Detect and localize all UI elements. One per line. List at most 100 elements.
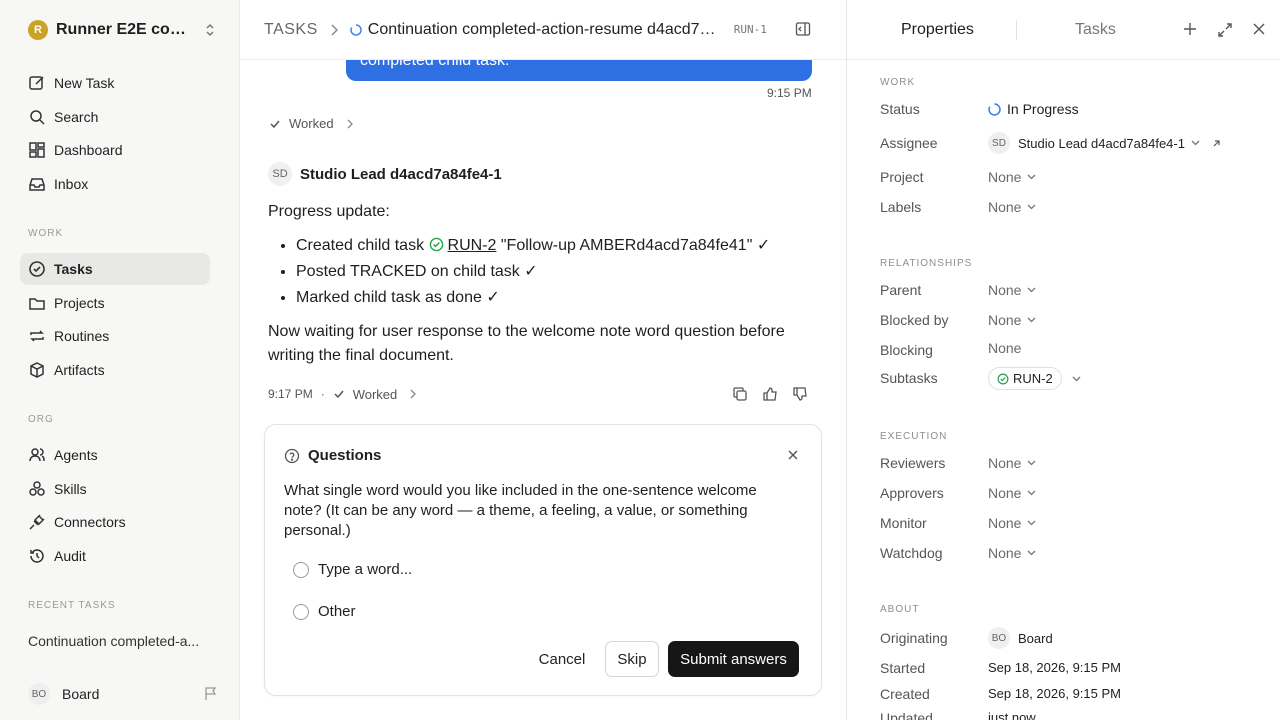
external-link-icon[interactable] — [1212, 139, 1221, 148]
radio-button[interactable] — [293, 603, 309, 620]
list-item: Posted TRACKED on child task ✓ — [296, 260, 808, 284]
thumbs-up-icon[interactable] — [762, 386, 778, 402]
child-task-link[interactable]: RUN-2 — [448, 237, 497, 254]
none-text: None — [988, 282, 1022, 298]
expand-icon[interactable] — [1217, 22, 1233, 38]
originating-value: BO Board — [988, 627, 1053, 649]
bullet-text: "Follow-up AMBERd4acd7a84fe41" ✓ — [500, 237, 771, 254]
reviewers-value[interactable]: None — [988, 455, 1036, 471]
blocked-by-label: Blocked by — [880, 312, 949, 328]
nav-projects[interactable]: Projects — [20, 287, 210, 319]
status-text: In Progress — [1007, 101, 1079, 117]
nav-tasks[interactable]: Tasks — [20, 253, 210, 285]
project-value[interactable]: None — [988, 169, 1036, 185]
status-value[interactable]: In Progress — [988, 101, 1079, 117]
nav-skills[interactable]: Skills — [20, 473, 210, 505]
blocked-by-value[interactable]: None — [988, 312, 1036, 328]
none-text: None — [988, 169, 1022, 185]
nav-audit[interactable]: Audit — [20, 540, 210, 572]
worked-toggle[interactable]: Worked — [333, 387, 418, 402]
nav-connectors[interactable]: Connectors — [20, 506, 210, 538]
parent-value[interactable]: None — [988, 282, 1036, 298]
nav-dashboard[interactable]: Dashboard — [20, 134, 210, 166]
reviewers-label: Reviewers — [880, 455, 946, 471]
plus-icon[interactable] — [1183, 22, 1197, 36]
nav-new-task[interactable]: New Task — [20, 67, 210, 99]
workspace-switcher[interactable]: R Runner E2E conti... — [28, 18, 216, 42]
nav-search[interactable]: Search — [20, 101, 210, 133]
history-icon — [30, 549, 44, 563]
option-type-word[interactable]: Type a word... — [293, 561, 412, 578]
nav-agents[interactable]: Agents — [20, 439, 210, 471]
tab-tasks[interactable]: Tasks — [1075, 21, 1116, 39]
watchdog-value[interactable]: None — [988, 545, 1036, 561]
monitor-label: Monitor — [880, 515, 927, 531]
question-text: What single word would you like included… — [284, 482, 757, 539]
thumbs-down-icon[interactable] — [792, 386, 808, 402]
tab-properties[interactable]: Properties — [901, 21, 974, 39]
close-icon[interactable] — [787, 449, 799, 461]
project-label: Project — [880, 169, 924, 185]
nav-label: Connectors — [54, 514, 126, 530]
labels-value[interactable]: None — [988, 199, 1036, 215]
message-timestamp: 9:15 PM — [767, 86, 812, 100]
none-text: None — [988, 199, 1022, 215]
nav-label: Audit — [54, 548, 86, 564]
avatar: BO — [28, 683, 50, 705]
originating-label: Originating — [880, 630, 948, 646]
nav-inbox[interactable]: Inbox — [20, 168, 210, 200]
recent-task-link[interactable]: Continuation completed-a... — [28, 633, 210, 649]
close-icon[interactable] — [1252, 22, 1266, 36]
subtasks-value[interactable]: RUN-2 — [988, 367, 1081, 390]
properties-panel: Properties Tasks WORK Status In Progress… — [846, 0, 1280, 720]
list-item: Marked child task as done ✓ — [296, 286, 808, 310]
inbox-icon — [29, 178, 45, 191]
check-circle-icon — [997, 373, 1009, 384]
section-recent-label: RECENT TASKS — [28, 600, 116, 611]
radio-button[interactable] — [293, 561, 309, 578]
flag-icon[interactable] — [204, 687, 218, 701]
section-execution: EXECUTION — [880, 431, 948, 442]
updated-value: just now — [988, 710, 1036, 720]
worked-toggle[interactable]: Worked — [269, 116, 354, 131]
none-text: None — [988, 545, 1022, 561]
assignee-label: Assignee — [880, 135, 938, 151]
header-bar: TASKS Continuation completed-action-resu… — [241, 0, 846, 60]
chevron-down-icon — [1028, 287, 1036, 293]
user-menu[interactable]: BO Board — [28, 683, 218, 705]
nav-label: Projects — [54, 295, 105, 311]
tab-divider — [1016, 20, 1017, 40]
nav-label: Routines — [54, 328, 110, 344]
in-progress-icon — [350, 23, 362, 36]
worked-label: Worked — [352, 386, 398, 402]
agent-message: Progress update: Created child task RUN-… — [268, 200, 808, 368]
message-actions — [732, 386, 808, 402]
chevron-down-icon — [1028, 174, 1036, 180]
panel-toggle-icon[interactable] — [795, 21, 811, 37]
message-intro: Progress update: — [268, 203, 390, 220]
chevron-down-icon — [1028, 460, 1036, 466]
check-icon — [270, 120, 280, 128]
started-label: Started — [880, 660, 926, 676]
user-name: Board — [62, 686, 100, 702]
avatar: BO — [988, 627, 1010, 649]
submit-answers-button[interactable]: Submit answers — [668, 641, 799, 677]
approvers-value[interactable]: None — [988, 485, 1036, 501]
meta-separator: · — [320, 387, 325, 401]
main-content: completed child task. 9:15 PM Worked SD … — [241, 0, 846, 720]
nav-label: Dashboard — [54, 142, 123, 158]
breadcrumb-tasks[interactable]: TASKS — [264, 21, 318, 39]
nav-artifacts[interactable]: Artifacts — [20, 354, 210, 386]
message-author: SD Studio Lead d4acd7a84fe4-1 — [268, 162, 502, 186]
cancel-button[interactable]: Cancel — [527, 641, 597, 677]
nav-label: Agents — [54, 447, 98, 463]
option-label: Type a word... — [318, 561, 413, 578]
copy-icon[interactable] — [732, 386, 748, 402]
skip-button[interactable]: Skip — [605, 641, 659, 677]
subtask-chip[interactable]: RUN-2 — [988, 367, 1062, 390]
nav-routines[interactable]: Routines — [20, 320, 210, 352]
assignee-value[interactable]: SD Studio Lead d4acd7a84fe4-1 — [988, 132, 1221, 154]
monitor-value[interactable]: None — [988, 515, 1036, 531]
option-other[interactable]: Other — [293, 603, 356, 620]
chevron-down-icon — [1028, 550, 1036, 556]
